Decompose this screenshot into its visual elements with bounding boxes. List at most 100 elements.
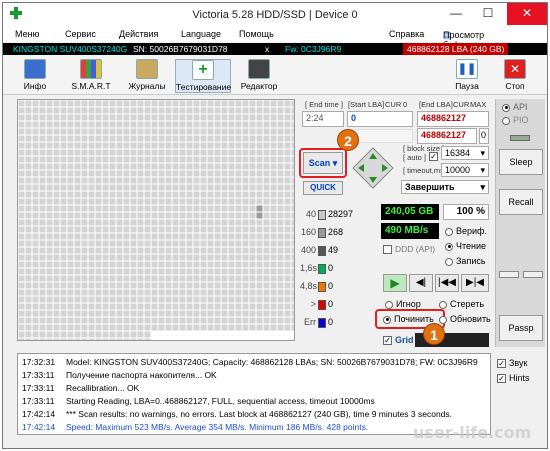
smart-chart-icon [80,59,102,79]
action-ignore[interactable]: Игнор [385,299,421,309]
auto-checkbox[interactable]: ✓ [429,152,438,161]
read-radio[interactable] [445,242,453,251]
ddd-checkbox[interactable] [383,245,392,255]
hints-checkbox[interactable]: ✓ [497,374,506,384]
grid-label: Grid [395,335,414,345]
tab-journals[interactable]: Журналы [121,59,173,91]
log-time: 17:42:14 [22,409,56,419]
navigation-diamond-icon[interactable] [351,146,395,190]
indicator-led-left [499,271,519,278]
sleep-button[interactable]: Sleep [499,149,543,175]
ddd-api-option[interactable]: DDD (API) [383,244,436,255]
indicator-led-right [523,271,543,278]
scan-button[interactable]: Scan ▾ [303,152,343,174]
counter-row: Err 0 [300,317,333,328]
skip-back-button[interactable]: |◀◀ [435,274,459,292]
end-lba-field[interactable]: 468862127 [417,111,489,127]
counter-value: 0 [328,263,334,273]
mode-verify[interactable]: Вериф. [445,226,487,236]
menu-item-actions[interactable]: Действия [119,29,158,39]
block-size-select[interactable]: 16384 ▾ [441,146,489,160]
log-text: Recallibration... OK [66,383,140,393]
menu-item-service[interactable]: Сервис [65,29,96,39]
tab-smart[interactable]: S.M.A.R.T [65,59,117,91]
end-time-field[interactable]: 2:24 [302,111,344,127]
tab-editor-label: Редактор [240,81,278,91]
tab-smart-label: S.M.A.R.T [71,81,111,91]
pause-button[interactable]: ❚❚ Пауза [441,59,493,91]
action-refresh[interactable]: Обновить [439,314,491,324]
counter-row: >0 [300,299,333,310]
sound-checkbox[interactable]: ✓ [497,359,506,369]
counter-threshold: 1,6s [300,263,318,273]
log-time: 17:33:11 [22,383,55,393]
timeout-select[interactable]: 10000 ▾ [441,163,489,177]
start-zero-button[interactable]: 0 [403,100,407,109]
tab-testing[interactable]: + Тестирование [175,59,231,93]
write-radio[interactable] [445,257,453,266]
start-cur-button[interactable]: CUR [385,100,401,109]
menu-item-menu[interactable]: Меню [15,29,39,39]
dropdown-arrow-icon: ▾ [332,158,338,168]
log-text: Speed: Maximum 523 MB/s. Average 354 MB/… [66,422,369,432]
pio-radio[interactable] [502,116,510,125]
log-text: Получение паспорта накопителя... OK [66,370,217,380]
erase-radio[interactable] [439,300,447,309]
indicator-led-top [510,135,530,141]
counter-swatch [318,299,326,310]
maximize-button[interactable]: ☐ [473,3,503,25]
grid-checkbox[interactable]: ✓ [383,336,392,346]
ddd-label: DDD (API) [395,244,436,254]
action-erase[interactable]: Стереть [439,299,484,309]
menu-item-help[interactable]: Помощь [239,29,274,39]
counter-value: 28297 [328,209,354,219]
hints-option[interactable]: ✓ Hints [497,373,530,384]
counter-row: 4,8s 0 [300,281,333,292]
counter-row: 400 49 [300,245,338,256]
repair-radio[interactable] [383,315,391,324]
tab-editor[interactable]: Редактор [233,59,285,91]
end-cur-button[interactable]: CUR [453,100,469,109]
stop-button[interactable]: ✕ Стоп [489,59,541,91]
finish-select[interactable]: Завершить ▾ [401,180,489,194]
device-firmware: Fw: 0C3J96R9 [285,44,342,54]
quick-button[interactable]: QUICK [303,181,343,195]
log-entry: 17:33:11 Recallibration... OK [22,383,139,393]
recall-button[interactable]: Recall [499,189,543,215]
end-lba-label: [End LBA] [419,100,453,109]
action-repair[interactable]: Починить [383,314,434,324]
pio-label: PIO [513,115,529,125]
mode-read[interactable]: Чтение [445,241,486,251]
verify-radio[interactable] [445,227,453,236]
pause-label: Пауза [455,81,479,91]
minimize-button[interactable]: — [441,3,471,25]
close-button[interactable]: ✕ [507,3,547,25]
log-entry: 17:32:31 Model: KINGSTON SUV400S37240G; C… [22,357,478,367]
title-bar: Victoria 5.28 HDD/SSD | Device 0 — ☐ ✕ [3,3,547,28]
verify-label: Вериф. [456,226,487,236]
journal-icon [136,59,158,79]
ignore-radio[interactable] [385,300,393,309]
tab-info[interactable]: Инфо [9,59,61,91]
device-close-button[interactable]: x [265,44,269,54]
counter-value: 49 [328,245,339,255]
back-button[interactable]: ◀| [409,274,433,292]
start-lba-field[interactable]: 0 [347,111,413,127]
api-option[interactable]: API [502,102,528,112]
sound-option[interactable]: ✓ Звук [497,358,527,369]
grid-option[interactable]: ✓ Grid [383,335,414,346]
end-max-button[interactable]: MAX [470,100,486,109]
mode-write[interactable]: Запись [445,256,486,266]
play-button[interactable]: ▶ [383,274,407,292]
menu-bar: Меню Сервис Действия Language Помощь Спр… [3,28,547,50]
menu-item-language[interactable]: Language [181,29,221,39]
start-lba-label: [Start LBA] [348,100,385,109]
refresh-radio[interactable] [439,315,447,324]
block-size-label: [ block size ] [403,144,445,153]
skip-forward-button[interactable]: ▶|◀ [461,274,489,292]
pio-option[interactable]: PIO [502,115,529,125]
api-radio[interactable] [502,103,510,112]
menu-item-reference[interactable]: Справка [389,29,424,39]
passp-button[interactable]: Passp [499,315,543,341]
counter-swatch [318,281,326,292]
